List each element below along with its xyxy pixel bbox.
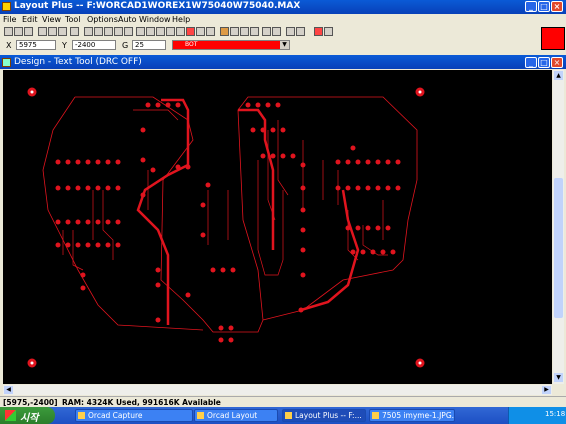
alert-icon[interactable] — [314, 27, 323, 36]
component-icon[interactable] — [146, 27, 155, 36]
clock: 15:18 — [545, 410, 566, 418]
app-titlebar: Layout Plus -- F:WORCAD1WOREX1W75040W750… — [0, 0, 566, 14]
pcb-drawing — [27, 87, 425, 368]
new-icon[interactable] — [4, 27, 13, 36]
maximize-icon[interactable]: □ — [538, 1, 550, 12]
pin-icon[interactable] — [156, 27, 165, 36]
image-icon — [372, 412, 379, 419]
app-title: Layout Plus -- F:WORCAD1WOREX1W75040W750… — [14, 1, 301, 11]
scroll-left-icon[interactable]: ◀ — [4, 386, 13, 394]
x-coordinate-field[interactable]: 5975 — [16, 40, 56, 50]
menu-bar: File Edit View Tool Options Auto Window … — [0, 14, 566, 25]
layout-plus-icon — [285, 412, 292, 419]
paste-icon[interactable] — [58, 27, 67, 36]
report-icon[interactable] — [272, 27, 281, 36]
grid-icon[interactable] — [84, 27, 93, 36]
scroll-down-icon[interactable]: ▼ — [554, 373, 563, 382]
save-icon[interactable] — [24, 27, 33, 36]
scroll-right-icon[interactable]: ▶ — [542, 386, 551, 394]
pad-icon[interactable] — [176, 27, 185, 36]
power-traces — [136, 98, 360, 325]
grid-label: G — [122, 41, 129, 50]
via-icon[interactable] — [286, 27, 295, 36]
menu-tool[interactable]: Tool — [65, 15, 81, 24]
close-icon[interactable]: × — [551, 1, 563, 12]
taskbar: 시작 Orcad Capture Orcad Layout Layout Plu… — [0, 407, 566, 424]
task-orcad-layout[interactable]: Orcad Layout — [194, 409, 278, 422]
design-maximize-icon[interactable]: □ — [538, 57, 550, 68]
toolbar — [0, 25, 540, 39]
route-icon[interactable] — [240, 27, 249, 36]
help-icon[interactable] — [324, 27, 333, 36]
design-window-titlebar: Design - Text Tool (DRC OFF) _ □ × — [0, 55, 566, 69]
edit-icon[interactable] — [70, 27, 79, 36]
layer-select-value: BOT — [185, 41, 198, 48]
vertical-scrollbar[interactable]: ▲ ▼ — [553, 70, 564, 384]
open-icon[interactable] — [14, 27, 23, 36]
signal-traces — [62, 109, 388, 276]
status-ram: RAM: 4324K Used, 991616K Available — [62, 398, 221, 407]
system-tray: 15:18 — [508, 407, 566, 424]
layer-color-swatch — [541, 27, 565, 50]
y-label: Y — [62, 41, 67, 50]
app-icon — [2, 2, 11, 11]
copy-icon[interactable] — [48, 27, 57, 36]
vertical-scroll-thumb[interactable] — [554, 178, 563, 318]
scroll-up-icon[interactable]: ▲ — [554, 71, 563, 80]
windows-logo-icon — [5, 410, 16, 421]
task-orcad-capture[interactable]: Orcad Capture — [75, 409, 193, 422]
menu-help[interactable]: Help — [172, 15, 190, 24]
table-icon[interactable] — [94, 27, 103, 36]
design-close-icon[interactable]: × — [551, 57, 563, 68]
design-icon — [2, 58, 11, 67]
mounting-holes — [27, 87, 425, 368]
chevron-down-icon[interactable]: ▼ — [280, 41, 289, 49]
menu-auto[interactable]: Auto — [118, 15, 137, 24]
footprint-icon[interactable] — [166, 27, 175, 36]
drc-icon[interactable] — [262, 27, 271, 36]
coordinate-bar: X 5975 Y -2400 G 25 BOT ▼ — [0, 39, 540, 52]
horizontal-scrollbar[interactable]: ◀ ▶ — [3, 385, 552, 395]
y-coordinate-field[interactable]: -2400 — [72, 40, 116, 50]
layout-icon — [197, 412, 204, 419]
zoom-out-icon[interactable] — [124, 27, 133, 36]
text-tool-icon[interactable] — [186, 27, 195, 36]
refresh-icon[interactable] — [104, 27, 113, 36]
menu-view[interactable]: View — [42, 15, 61, 24]
search-icon[interactable] — [136, 27, 145, 36]
minimize-icon[interactable]: _ — [525, 1, 537, 12]
layer-select[interactable]: BOT ▼ — [172, 40, 290, 50]
obstacle-icon[interactable] — [206, 27, 215, 36]
menu-options[interactable]: Options — [87, 15, 118, 24]
layers-icon[interactable] — [230, 27, 239, 36]
start-label: 시작 — [20, 413, 39, 424]
menu-edit[interactable]: Edit — [22, 15, 38, 24]
board-outline — [42, 96, 418, 333]
task-image-viewer[interactable]: 7505 imyme-1.JPG... — [369, 409, 455, 422]
shove-icon[interactable] — [250, 27, 259, 36]
menu-window[interactable]: Window — [139, 15, 171, 24]
zoom-in-icon[interactable] — [114, 27, 123, 36]
start-button[interactable]: 시작 — [0, 407, 55, 424]
capture-icon — [78, 412, 85, 419]
cut-icon[interactable] — [38, 27, 47, 36]
menu-file[interactable]: File — [3, 15, 16, 24]
status-coords: [5975,-2400] — [3, 398, 58, 407]
design-window-title: Design - Text Tool (DRC OFF) — [14, 57, 142, 67]
pcb-canvas[interactable] — [3, 70, 552, 384]
color-icon[interactable] — [220, 27, 229, 36]
measure-icon[interactable] — [296, 27, 305, 36]
x-label: X — [6, 41, 12, 50]
line-icon[interactable] — [196, 27, 205, 36]
grid-field[interactable]: 25 — [132, 40, 166, 50]
design-minimize-icon[interactable]: _ — [525, 57, 537, 68]
task-layout-plus[interactable]: Layout Plus -- F:... — [282, 409, 366, 422]
